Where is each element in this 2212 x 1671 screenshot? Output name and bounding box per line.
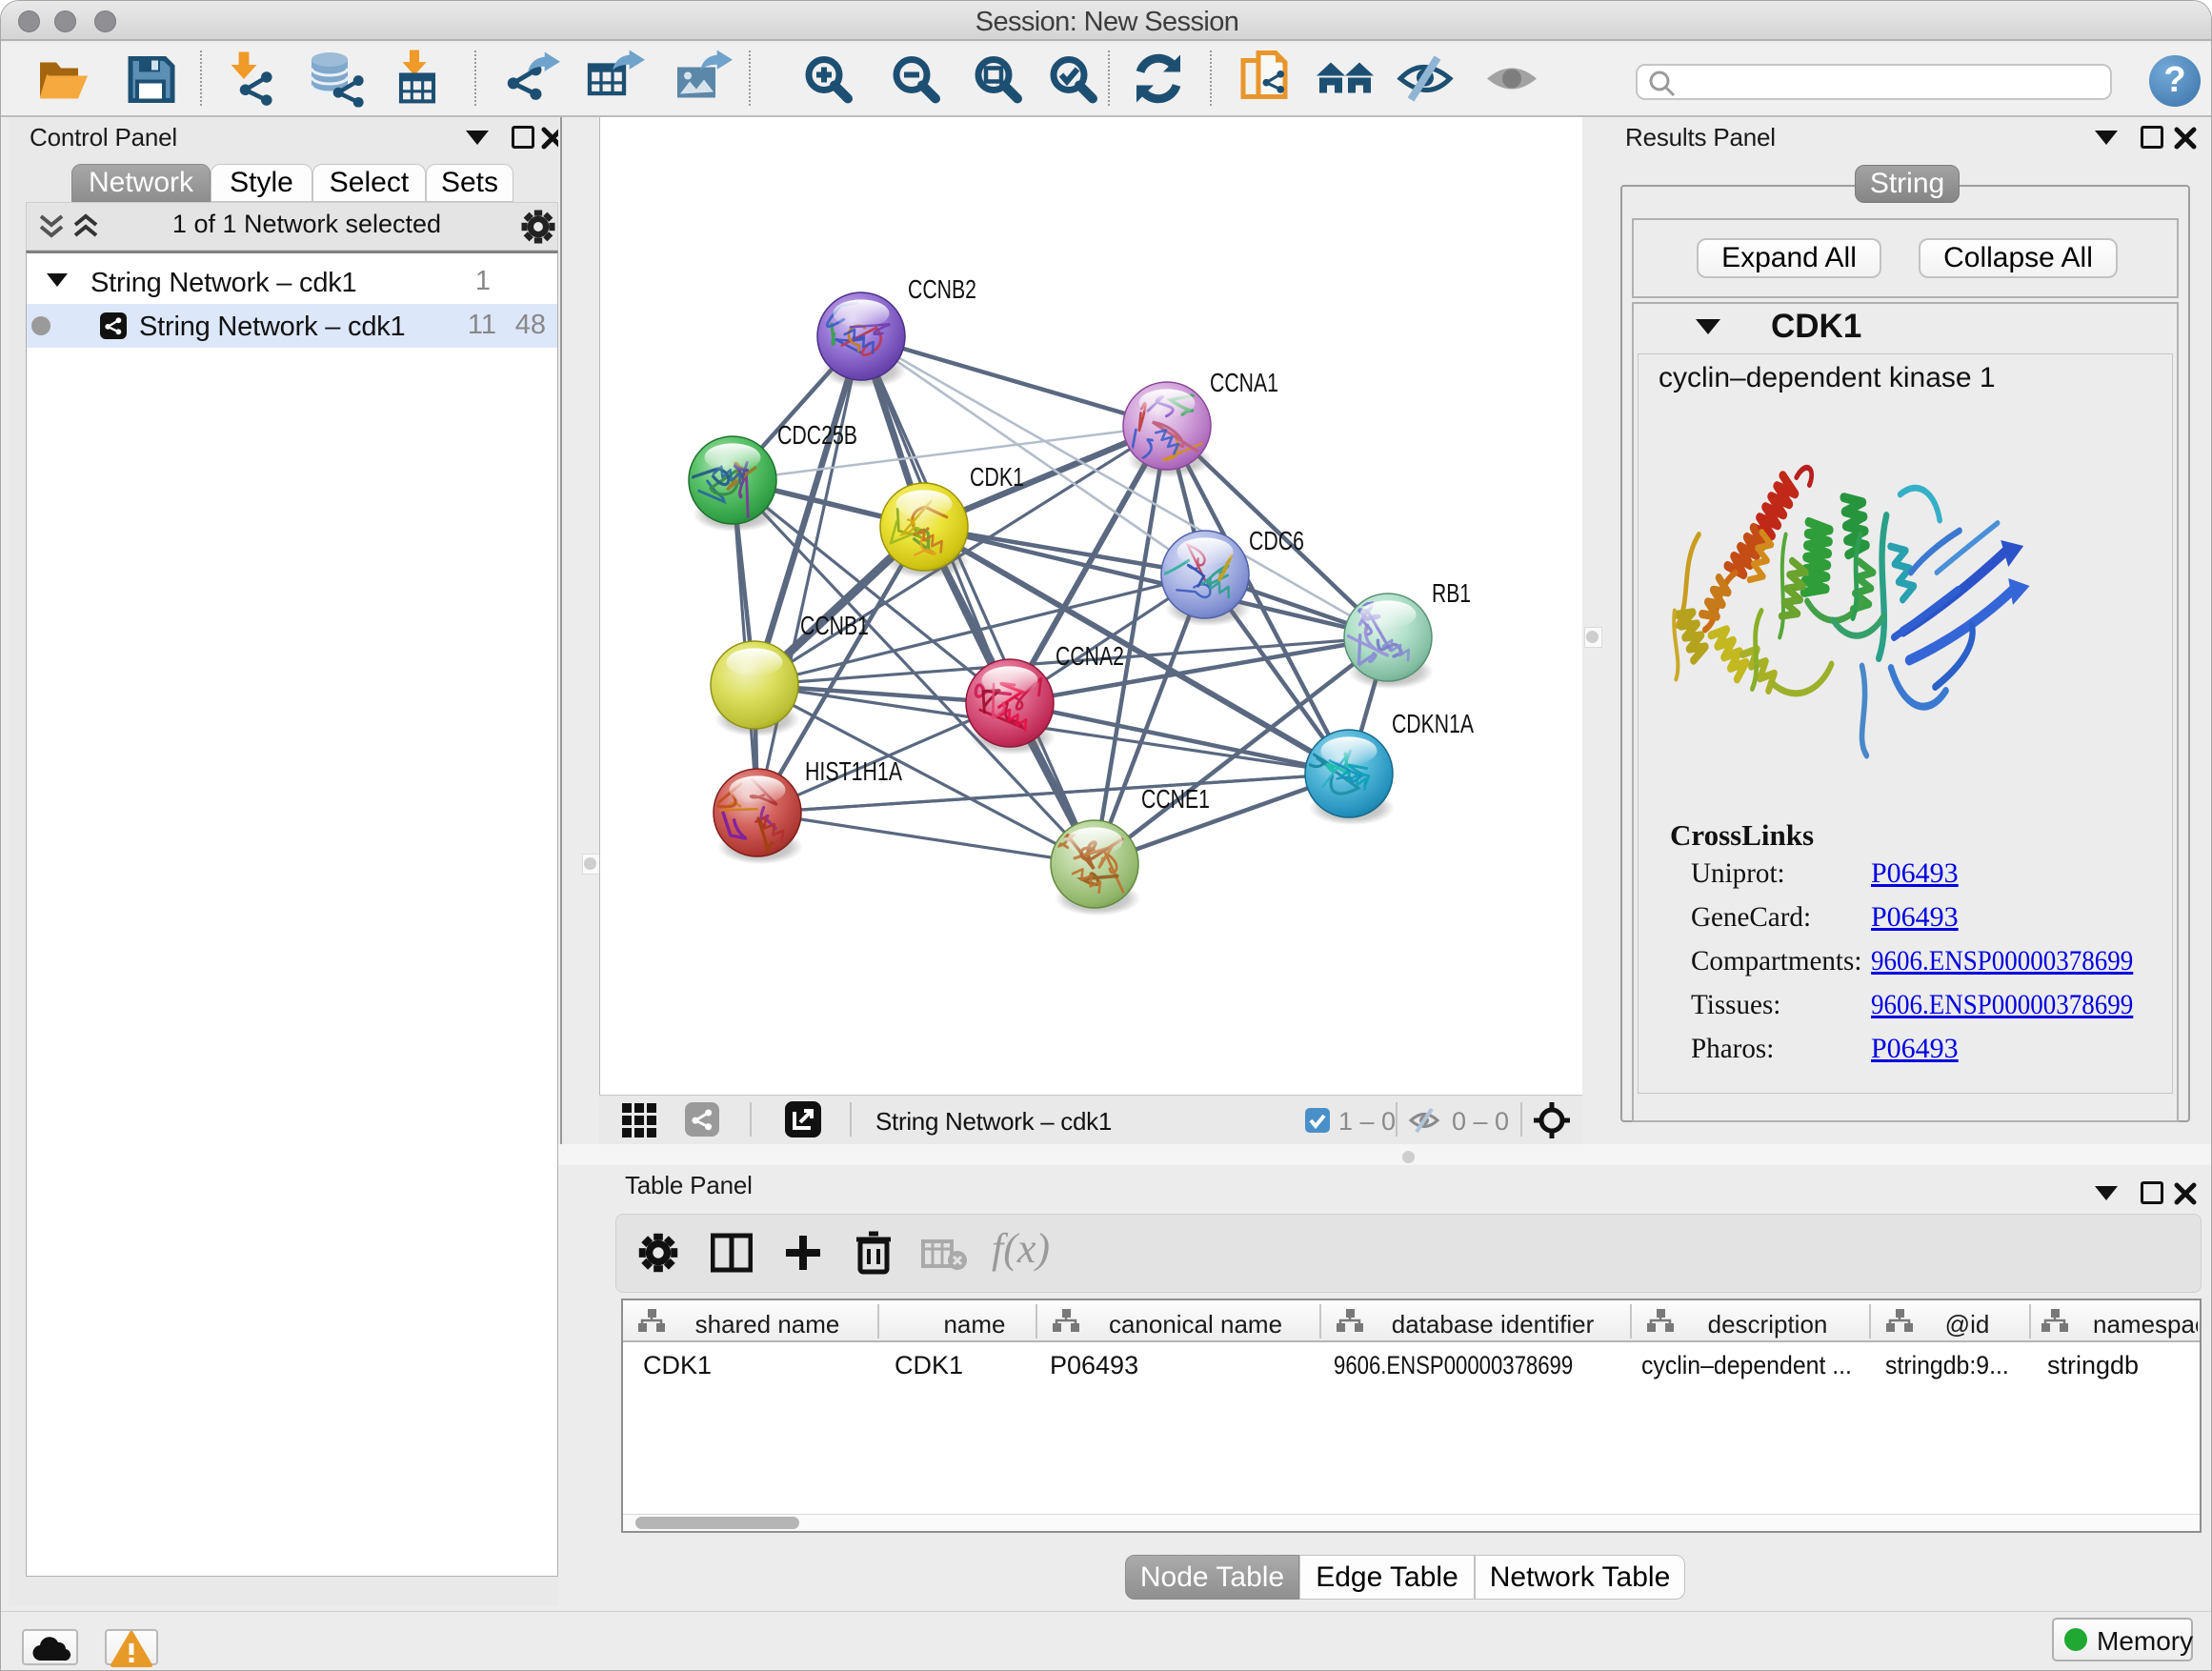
svg-text:CCNB1: CCNB1 (800, 611, 869, 640)
svg-text:CCNB2: CCNB2 (908, 274, 976, 304)
svg-text:HIST1H1A: HIST1H1A (805, 756, 902, 786)
svg-text:CCNA2: CCNA2 (1056, 641, 1124, 671)
svg-text:CCNE1: CCNE1 (1141, 784, 1210, 814)
svg-text:CDC25B: CDC25B (777, 420, 857, 450)
svg-text:CDC6: CDC6 (1249, 526, 1304, 555)
svg-text:CDKN1A: CDKN1A (1392, 709, 1474, 738)
svg-text:CDK1: CDK1 (970, 462, 1024, 492)
svg-text:CCNA1: CCNA1 (1210, 368, 1278, 397)
svg-text:RB1: RB1 (1432, 578, 1471, 608)
